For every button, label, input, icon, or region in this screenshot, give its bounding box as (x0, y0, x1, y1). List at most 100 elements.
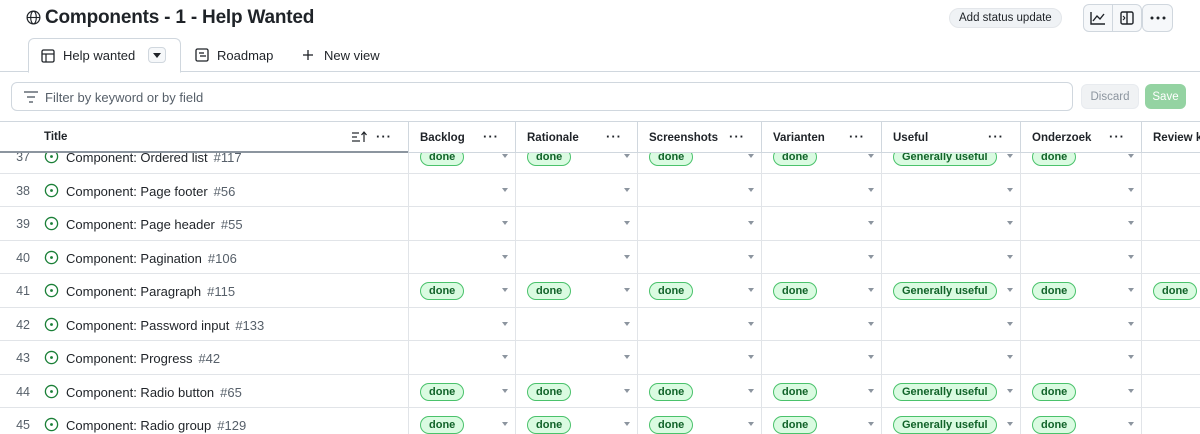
cell-varianten[interactable] (761, 341, 881, 374)
cell-review[interactable] (1141, 240, 1200, 274)
cell-screenshots[interactable]: done (637, 374, 761, 408)
column-header-onderzoek[interactable]: Onderzoek ··· (1020, 122, 1141, 153)
cell-review[interactable]: done (1141, 274, 1200, 307)
cell-review[interactable] (1141, 307, 1200, 341)
dropdown-caret-icon[interactable] (748, 321, 754, 326)
issue-title-link[interactable]: Component: Page footer #56 (66, 184, 235, 199)
cell-varianten[interactable]: done (761, 408, 881, 434)
side-panel-button[interactable] (1112, 4, 1142, 32)
tab-roadmap[interactable]: Roadmap (195, 38, 273, 72)
cell-onderzoek[interactable] (1020, 173, 1141, 207)
dropdown-caret-icon[interactable] (502, 154, 508, 158)
dropdown-caret-icon[interactable] (868, 187, 874, 192)
cell-rationale[interactable] (515, 307, 637, 341)
cell-onderzoek[interactable]: done (1020, 408, 1141, 434)
cell-review[interactable] (1141, 408, 1200, 434)
dropdown-caret-icon[interactable] (502, 388, 508, 393)
dropdown-caret-icon[interactable] (1128, 154, 1134, 158)
column-menu-icon[interactable]: ··· (606, 129, 622, 144)
column-menu-icon[interactable]: ··· (1109, 129, 1125, 144)
cell-varianten[interactable] (761, 240, 881, 274)
cell-backlog[interactable] (408, 173, 515, 207)
cell-backlog[interactable]: done (408, 374, 515, 408)
add-status-update-button[interactable]: Add status update (949, 8, 1062, 28)
dropdown-caret-icon[interactable] (868, 355, 874, 359)
cell-rationale[interactable] (515, 173, 637, 207)
dropdown-caret-icon[interactable] (502, 422, 508, 426)
more-options-button[interactable] (1142, 4, 1173, 32)
dropdown-caret-icon[interactable] (748, 154, 754, 158)
cell-rationale[interactable]: done (515, 274, 637, 307)
table-row[interactable]: 42 Component: Password input #133 (0, 307, 1200, 341)
cell-useful[interactable] (881, 240, 1020, 274)
dropdown-caret-icon[interactable] (1007, 254, 1013, 259)
sort-ascending-icon[interactable] (352, 131, 368, 143)
cell-useful[interactable] (881, 307, 1020, 341)
issue-title-link[interactable]: Component: Radio button #65 (66, 385, 242, 400)
dropdown-caret-icon[interactable] (868, 422, 874, 426)
cell-backlog[interactable] (408, 207, 515, 240)
dropdown-caret-icon[interactable] (1128, 288, 1134, 292)
dropdown-caret-icon[interactable] (1128, 355, 1134, 359)
dropdown-caret-icon[interactable] (624, 288, 630, 292)
dropdown-caret-icon[interactable] (1007, 154, 1013, 158)
cell-onderzoek[interactable] (1020, 307, 1141, 341)
dropdown-caret-icon[interactable] (502, 321, 508, 326)
dropdown-caret-icon[interactable] (748, 388, 754, 393)
column-header-useful[interactable]: Useful ··· (881, 122, 1020, 153)
cell-useful[interactable] (881, 207, 1020, 240)
new-view-button[interactable]: New view (301, 38, 380, 72)
cell-screenshots[interactable] (637, 341, 761, 374)
column-header-backlog[interactable]: Backlog ··· (408, 122, 515, 153)
column-header-screenshots[interactable]: Screenshots ··· (637, 122, 761, 153)
column-header-review[interactable]: Review k (1141, 122, 1200, 153)
cell-backlog[interactable]: done (408, 408, 515, 434)
column-header-rationale[interactable]: Rationale ··· (515, 122, 637, 153)
column-menu-icon[interactable]: ··· (729, 129, 745, 144)
cell-review[interactable] (1141, 341, 1200, 374)
issue-title-link[interactable]: Component: Progress #42 (66, 351, 220, 366)
issue-title-link[interactable]: Component: Pagination #106 (66, 251, 237, 266)
dropdown-caret-icon[interactable] (1007, 321, 1013, 326)
dropdown-caret-icon[interactable] (748, 288, 754, 292)
dropdown-caret-icon[interactable] (502, 254, 508, 259)
dropdown-caret-icon[interactable] (748, 221, 754, 225)
cell-onderzoek[interactable] (1020, 240, 1141, 274)
dropdown-caret-icon[interactable] (868, 321, 874, 326)
dropdown-caret-icon[interactable] (748, 422, 754, 426)
dropdown-caret-icon[interactable] (1007, 288, 1013, 292)
dropdown-caret-icon[interactable] (1128, 321, 1134, 326)
cell-varianten[interactable] (761, 307, 881, 341)
cell-screenshots[interactable]: done (637, 274, 761, 307)
column-header-varianten[interactable]: Varianten ··· (761, 122, 881, 153)
cell-review[interactable] (1141, 207, 1200, 240)
dropdown-caret-icon[interactable] (624, 422, 630, 426)
cell-varianten[interactable]: done (761, 374, 881, 408)
table-row[interactable]: 41 Component: Paragraph #115 done done done do… (0, 274, 1200, 308)
cell-screenshots[interactable] (637, 240, 761, 274)
discard-button[interactable]: Discard (1081, 84, 1139, 109)
dropdown-caret-icon[interactable] (868, 221, 874, 225)
save-button[interactable]: Save (1145, 84, 1186, 109)
issue-title-link[interactable]: Component: Password input #133 (66, 318, 264, 333)
dropdown-caret-icon[interactable] (1128, 254, 1134, 259)
dropdown-caret-icon[interactable] (868, 254, 874, 259)
cell-backlog[interactable] (408, 341, 515, 374)
issue-title-link[interactable]: Component: Page header #55 (66, 217, 243, 232)
table-row[interactable]: 38 Component: Page footer #56 (0, 173, 1200, 207)
dropdown-caret-icon[interactable] (1128, 422, 1134, 426)
dropdown-caret-icon[interactable] (748, 355, 754, 359)
cell-useful[interactable]: Generally useful (881, 408, 1020, 434)
cell-screenshots[interactable] (637, 307, 761, 341)
dropdown-caret-icon[interactable] (624, 388, 630, 393)
cell-useful[interactable]: Generally useful (881, 374, 1020, 408)
dropdown-caret-icon[interactable] (868, 288, 874, 292)
column-menu-icon[interactable]: ··· (483, 129, 499, 144)
column-header-title[interactable]: Title ··· (0, 122, 408, 153)
dropdown-caret-icon[interactable] (624, 221, 630, 225)
dropdown-caret-icon[interactable] (1128, 388, 1134, 393)
tab-help-wanted[interactable]: Help wanted (28, 38, 181, 73)
dropdown-caret-icon[interactable] (1007, 355, 1013, 359)
cell-onderzoek[interactable] (1020, 207, 1141, 240)
table-row[interactable]: 43 Component: Progress #42 (0, 341, 1200, 375)
